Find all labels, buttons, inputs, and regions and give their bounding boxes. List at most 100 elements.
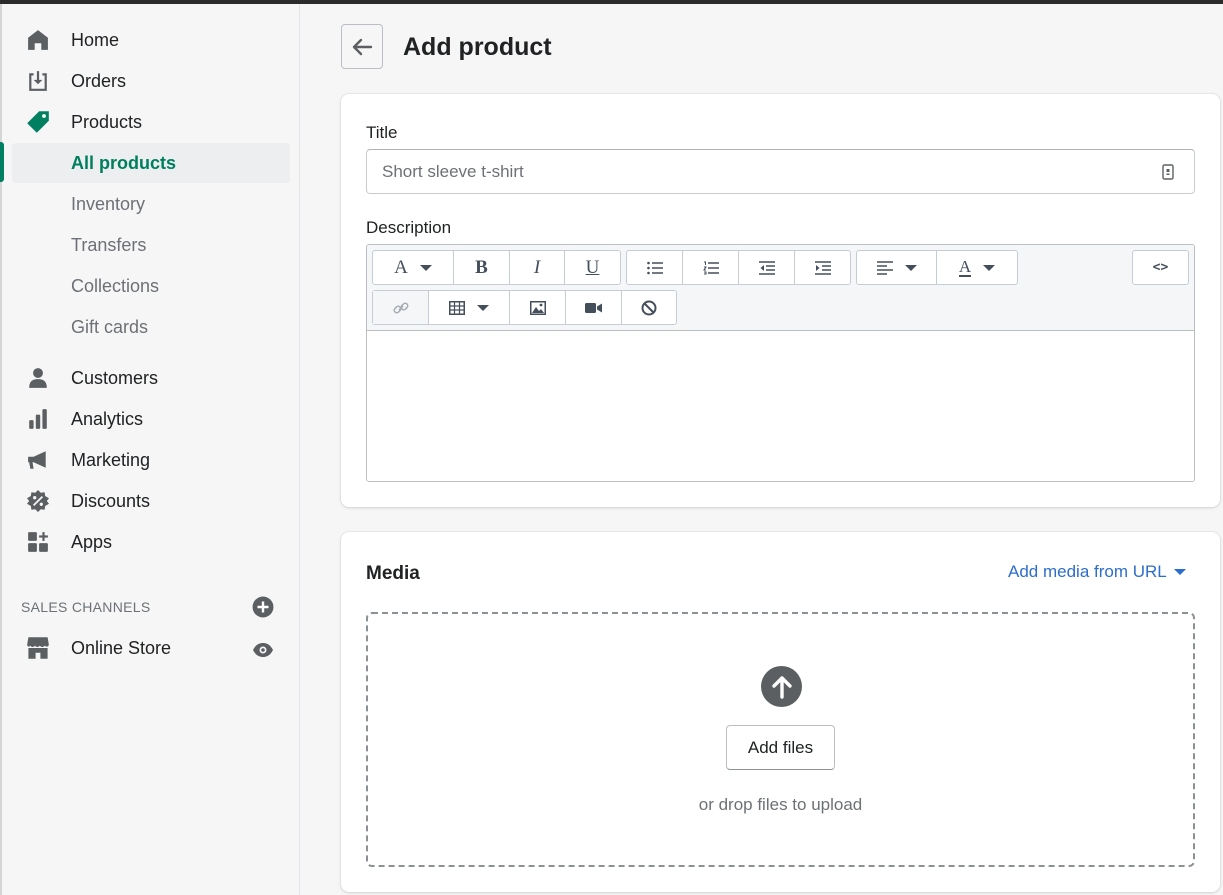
title-label: Title [366,123,398,142]
sidebar-item-collections[interactable]: Collections [12,266,290,306]
store-icon [26,636,50,660]
show-html-button[interactable]: <> [1133,251,1188,284]
description-editor-area[interactable] [367,331,1194,481]
eye-icon [253,643,273,657]
tag-icon [26,110,50,134]
italic-button[interactable]: I [510,251,565,284]
sidebar-item-discounts[interactable]: Discounts [12,481,290,521]
sidebar-item-inventory[interactable]: Inventory [12,184,290,224]
upload-arrow-icon [761,666,802,707]
sidebar-item-label: Gift cards [71,316,149,337]
sidebar-item-analytics[interactable]: Analytics [12,399,290,439]
back-button[interactable] [341,24,383,69]
outdent-icon [758,260,775,275]
image-icon [529,300,546,315]
chevron-down-icon [904,264,917,271]
add-media-from-url-label: Add media from URL [1008,562,1167,581]
sidebar-item-label: Collections [71,275,160,296]
italic-icon: I [533,256,541,278]
sidebar-item-marketing[interactable]: Marketing [12,440,290,480]
plus-circle-icon [252,596,274,618]
sidebar-item-label: Apps [71,531,113,552]
align-button[interactable] [857,251,937,284]
sidebar-item-products[interactable]: Products [12,102,290,142]
description-label: Description [366,218,452,237]
chevron-down-icon [419,264,432,271]
bold-icon: B [475,256,488,278]
sidebar-item-label: Home [71,29,120,50]
sidebar-item-customers[interactable]: Customers [12,358,290,398]
title-input[interactable] [366,149,1195,194]
sidebar-item-label: Orders [71,70,127,91]
caret-down-icon [1173,569,1186,575]
sidebar-item-gift-cards[interactable]: Gift cards [12,307,290,347]
clear-formatting-icon [641,300,657,315]
person-icon [26,366,50,390]
sidebar-item-home[interactable]: Home [12,20,290,60]
outdent-button[interactable] [739,251,795,284]
sidebar-item-label: Analytics [71,408,144,429]
numbered-list-icon [702,261,719,274]
editor-toolbar: A B I U A <> [367,245,1194,331]
sidebar-item-label: Discounts [71,490,151,511]
sidebar-item-transfers[interactable]: Transfers [12,225,290,265]
alignment-color-group: A [856,250,1018,285]
drop-files-hint: or drop files to upload [698,795,863,814]
bulleted-list-button[interactable] [627,251,683,284]
underline-icon: U [585,256,600,278]
chevron-down-icon [983,264,996,271]
active-indicator [0,142,4,182]
link-button[interactable] [373,291,429,324]
video-camera-icon [585,302,602,313]
sidebar-item-all-products[interactable]: All products [12,143,290,183]
numbered-list-button[interactable] [683,251,739,284]
sidebar-item-label: Transfers [71,234,147,255]
arrow-left-icon [352,38,373,55]
discount-badge-icon [26,489,50,513]
sidebar-navigation: Home Orders Products All products Invent… [0,4,300,895]
insert-video-button[interactable] [566,291,622,324]
megaphone-icon [26,448,50,472]
align-left-icon [876,260,893,275]
sidebar-item-label: Marketing [71,449,151,470]
media-heading: Media [366,563,420,584]
apps-icon [26,530,50,554]
add-files-button[interactable]: Add files [726,725,835,770]
autofill-icon [1161,164,1175,180]
table-icon [449,300,465,315]
text-style-group: A B I U [372,250,621,285]
indent-button[interactable] [795,251,850,284]
clear-formatting-button[interactable] [622,291,676,324]
sidebar-item-label: Customers [71,367,159,388]
bold-button[interactable]: B [454,251,510,284]
html-group: <> [1132,250,1189,285]
underline-button[interactable]: U [565,251,620,284]
sidebar-item-label: Inventory [71,193,146,214]
page-title: Add product [403,33,552,61]
text-color-button[interactable]: A [937,251,1017,284]
bulleted-list-icon [646,261,663,274]
link-icon [393,302,408,313]
sales-channels-heading: SALES CHANNELS [21,599,151,615]
view-online-store-button[interactable] [251,638,275,662]
font-style-button[interactable]: A [373,251,454,284]
orders-icon [26,69,50,93]
text-color-icon: A [958,256,972,277]
sidebar-item-label: Products [71,111,143,132]
sidebar-item-orders[interactable]: Orders [12,61,290,101]
media-card: Media Add media from URL Add files or dr… [341,532,1220,892]
font-icon: A [394,256,408,278]
sidebar-item-online-store[interactable]: Online Store [12,628,290,668]
insert-image-button[interactable] [510,291,566,324]
product-details-card: Title Description A B I U [341,94,1220,507]
table-button[interactable] [429,291,510,324]
chevron-down-icon [477,304,489,311]
sidebar-item-apps[interactable]: Apps [12,522,290,562]
insert-group [372,290,677,325]
rich-text-editor: A B I U A <> [366,244,1195,482]
add-media-from-url-button[interactable]: Add media from URL [1008,562,1186,582]
add-sales-channel-button[interactable] [252,596,274,618]
sidebar-item-label: Online Store [71,637,172,658]
list-group [626,250,851,285]
media-dropzone[interactable]: Add files or drop files to upload [366,612,1195,867]
